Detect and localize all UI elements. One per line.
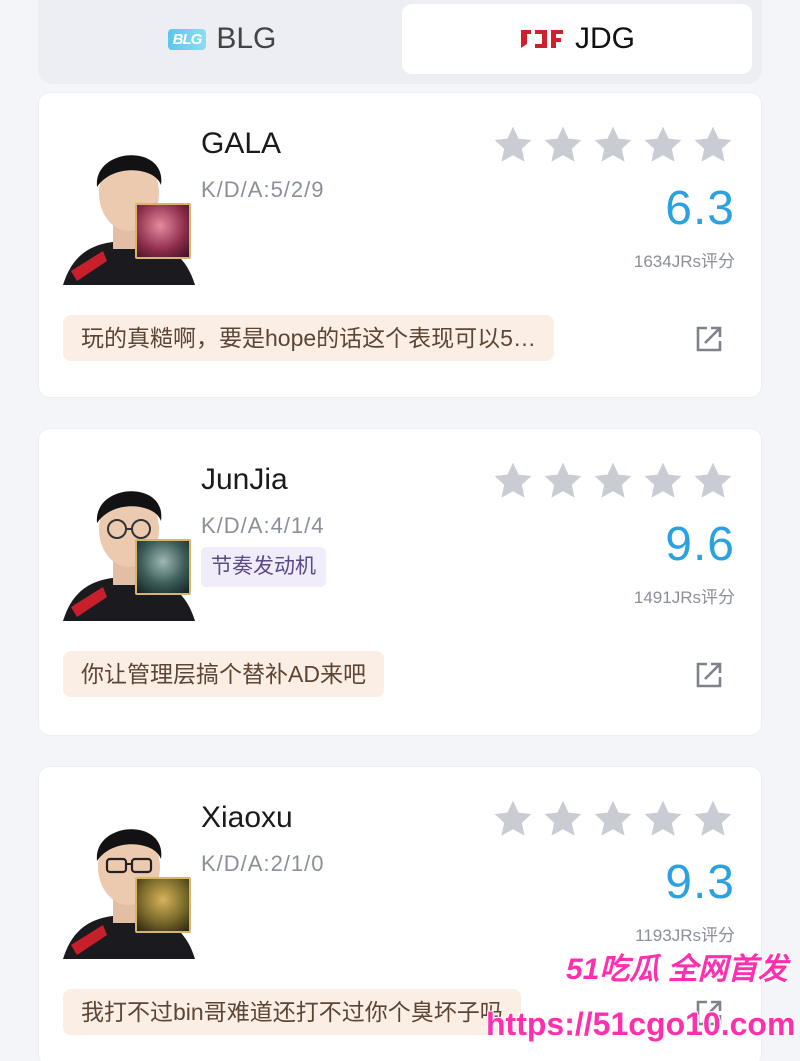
star-icon[interactable] bbox=[541, 459, 585, 503]
champion-icon bbox=[135, 539, 191, 595]
tab-label: JDG bbox=[575, 22, 635, 55]
star-icon[interactable] bbox=[491, 797, 535, 841]
player-name: Xiaoxu bbox=[201, 801, 293, 834]
player-tag: 节奏发动机 bbox=[201, 547, 326, 587]
star-icon[interactable] bbox=[691, 459, 735, 503]
star-icon[interactable] bbox=[491, 123, 535, 167]
blg-logo: BLG bbox=[167, 28, 207, 50]
player-kda: K/D/A:4/1/4 bbox=[201, 513, 325, 538]
champion-icon bbox=[135, 877, 191, 933]
star-icon[interactable] bbox=[591, 459, 635, 503]
star-icon[interactable] bbox=[591, 797, 635, 841]
player-score: 6.3 bbox=[665, 182, 735, 235]
top-comment[interactable]: 玩的真糙啊，要是hope的话这个表现可以5… bbox=[63, 315, 554, 361]
star-rating[interactable] bbox=[491, 123, 735, 167]
rating-count: 1193JRs评分 bbox=[635, 926, 735, 945]
player-kda: K/D/A:5/2/9 bbox=[201, 177, 325, 202]
watermark-title: 51吃瓜 全网首发 bbox=[566, 953, 788, 986]
star-icon[interactable] bbox=[641, 459, 685, 503]
player-name: JunJia bbox=[201, 463, 288, 496]
rating-count: 1491JRs评分 bbox=[633, 588, 735, 607]
star-icon[interactable] bbox=[691, 123, 735, 167]
player-kda: K/D/A:2/1/0 bbox=[201, 851, 325, 876]
player-name: GALA bbox=[201, 127, 282, 160]
star-icon[interactable] bbox=[491, 459, 535, 503]
top-comment[interactable]: 你让管理层搞个替补AD来吧 bbox=[63, 651, 384, 697]
player-score: 9.6 bbox=[665, 518, 735, 571]
team-tabs: BLG BLG JDG bbox=[38, 0, 762, 84]
player-card[interactable]: GALA K/D/A:5/2/9 6.3 1634JRs评分 玩的真糙啊，要是h… bbox=[38, 92, 762, 398]
tab-label: BLG bbox=[216, 22, 277, 55]
star-rating[interactable] bbox=[491, 459, 735, 503]
star-icon[interactable] bbox=[541, 123, 585, 167]
tab-blg[interactable]: BLG BLG bbox=[62, 4, 382, 74]
star-icon[interactable] bbox=[641, 123, 685, 167]
star-icon[interactable] bbox=[691, 797, 735, 841]
top-comment[interactable]: 我打不过bin哥难道还打不过你个臭坏子吗 bbox=[63, 989, 521, 1035]
player-score: 9.3 bbox=[665, 856, 735, 909]
rating-page: BLG BLG JDG GALA K/D/A:5/2/9 6.3 1634JRs… bbox=[0, 0, 800, 1061]
share-icon[interactable] bbox=[693, 659, 725, 691]
star-rating[interactable] bbox=[491, 797, 735, 841]
star-icon[interactable] bbox=[541, 797, 585, 841]
champion-icon bbox=[135, 203, 191, 259]
star-icon[interactable] bbox=[641, 797, 685, 841]
share-icon[interactable] bbox=[693, 323, 725, 355]
jdg-logo bbox=[521, 30, 563, 48]
star-icon[interactable] bbox=[591, 123, 635, 167]
tab-jdg[interactable]: JDG bbox=[402, 4, 752, 74]
rating-count: 1634JRs评分 bbox=[633, 252, 735, 271]
player-card[interactable]: JunJia K/D/A:4/1/4 节奏发动机 9.6 1491JRs评分 你… bbox=[38, 428, 762, 736]
watermark-url: https://51cgo10.com bbox=[486, 1006, 796, 1042]
